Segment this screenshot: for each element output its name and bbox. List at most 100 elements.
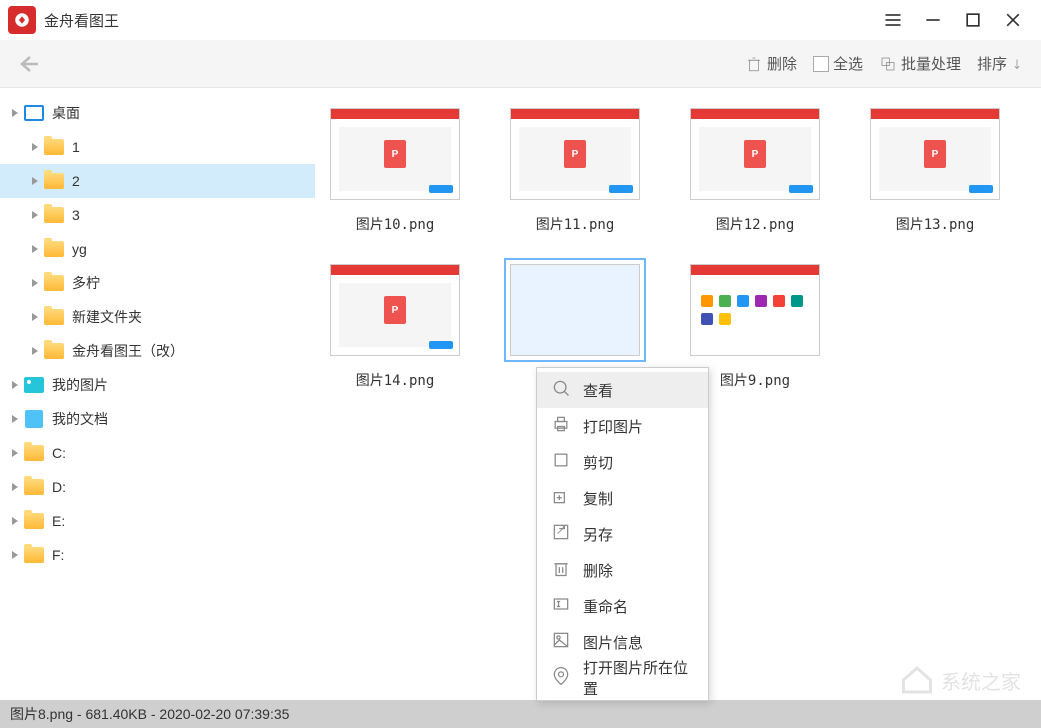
tree-arrow-icon <box>8 514 22 528</box>
sidebar-item[interactable]: 多柠 <box>0 266 315 300</box>
menu-item-print[interactable]: 打印图片 <box>537 408 708 444</box>
sidebar-item-label: E: <box>52 513 65 529</box>
batch-label: 批量处理 <box>901 53 961 74</box>
menu-item-label: 复制 <box>583 488 613 509</box>
folder-icon <box>44 205 64 225</box>
sidebar-item[interactable]: 我的图片 <box>0 368 315 402</box>
close-button[interactable] <box>993 0 1033 40</box>
menu-item-label: 查看 <box>583 380 613 401</box>
sidebar-item-label: 金舟看图王（改） <box>72 341 184 361</box>
thumbnail-image: P <box>330 108 460 200</box>
maximize-button[interactable] <box>953 0 993 40</box>
folder-icon <box>44 137 64 157</box>
checkbox-icon <box>813 56 829 72</box>
sidebar-item[interactable]: 我的文档 <box>0 402 315 436</box>
menu-item-save[interactable]: 另存 <box>537 516 708 552</box>
sort-button[interactable]: 排序 <box>977 53 1029 74</box>
copy-icon <box>551 486 571 510</box>
thumbnail[interactable]: P图片14.png <box>325 264 465 390</box>
sort-label: 排序 <box>977 53 1007 74</box>
folder-icon <box>24 545 44 565</box>
thumbnail-image: P <box>870 108 1000 200</box>
sidebar-item-label: 多柠 <box>72 273 100 293</box>
view-icon <box>551 378 571 402</box>
tree-arrow-icon <box>8 480 22 494</box>
thumbnail[interactable]: P图片13.png <box>865 108 1005 234</box>
sidebar-item-label: 2 <box>72 173 80 189</box>
minimize-button[interactable] <box>913 0 953 40</box>
folder-icon <box>44 307 64 327</box>
menu-item-rename[interactable]: 重命名 <box>537 588 708 624</box>
cut-icon <box>551 450 571 474</box>
folder-icon <box>24 443 44 463</box>
docs-icon <box>24 409 44 429</box>
menu-item-copy[interactable]: 复制 <box>537 480 708 516</box>
main: 桌面1 2 3 yg 多柠新建文件夹金舟看图王（改） 我的图片我的文档 C: D: E: F: P… <box>0 88 1041 700</box>
folder-icon <box>24 477 44 497</box>
statusbar: 图片8.png - 681.40KB - 2020-02-20 07:39:35 <box>0 700 1041 728</box>
sidebar-item[interactable]: 桌面 <box>0 96 315 130</box>
location-icon <box>551 666 571 690</box>
menu-item-label: 另存 <box>583 524 613 545</box>
delete-button[interactable]: 删除 <box>745 53 797 74</box>
sidebar-item[interactable]: 金舟看图王（改） <box>0 334 315 368</box>
print-icon <box>551 414 571 438</box>
menu-item-info[interactable]: 图片信息 <box>537 624 708 660</box>
thumbnail-label: 图片10.png <box>356 214 435 234</box>
status-text: 图片8.png - 681.40KB - 2020-02-20 07:39:35 <box>10 704 289 724</box>
thumbnail[interactable]: P图片12.png <box>685 108 825 234</box>
context-menu: 查看打印图片剪切复制另存删除重命名图片信息打开图片所在位置 <box>536 367 709 701</box>
tree-arrow-icon <box>28 310 42 324</box>
thumbnail-image: P <box>330 264 460 356</box>
sidebar-item-label: yg <box>72 241 87 257</box>
info-icon <box>551 630 571 654</box>
sidebar-item[interactable]: 新建文件夹 <box>0 300 315 334</box>
sidebar-item[interactable]: 3 <box>0 198 315 232</box>
delete-icon <box>551 558 571 582</box>
tree-arrow-icon <box>28 208 42 222</box>
menu-item-location[interactable]: 打开图片所在位置 <box>537 660 708 696</box>
sidebar-item-label: C: <box>52 445 66 461</box>
menu-button[interactable] <box>873 0 913 40</box>
menu-item-view[interactable]: 查看 <box>537 372 708 408</box>
thumbnail-image: P <box>510 108 640 200</box>
menu-item-delete[interactable]: 删除 <box>537 552 708 588</box>
app-logo <box>8 6 36 34</box>
sidebar-item-label: 3 <box>72 207 80 223</box>
batch-button[interactable]: 批量处理 <box>879 53 961 74</box>
back-button[interactable] <box>12 48 44 80</box>
tree-arrow-icon <box>8 446 22 460</box>
folder-icon <box>24 511 44 531</box>
sidebar-item[interactable]: yg <box>0 232 315 266</box>
tree-arrow-icon <box>28 242 42 256</box>
rename-icon <box>551 594 571 618</box>
select-all-label: 全选 <box>833 53 863 74</box>
select-all-button[interactable]: 全选 <box>813 53 863 74</box>
menu-item-label: 打印图片 <box>583 416 643 437</box>
tree-arrow-icon <box>8 106 22 120</box>
menu-item-label: 打开图片所在位置 <box>583 657 694 699</box>
tree-arrow-icon <box>8 548 22 562</box>
tree-arrow-icon <box>28 344 42 358</box>
thumbnail-label: 图片9.png <box>720 370 790 390</box>
save-icon <box>551 522 571 546</box>
thumbnail[interactable]: P图片11.png <box>505 108 645 234</box>
folder-icon <box>44 273 64 293</box>
thumbnail-image: P <box>690 108 820 200</box>
trash-icon <box>745 55 763 73</box>
batch-icon <box>879 55 897 73</box>
sidebar-item[interactable]: D: <box>0 470 315 504</box>
sidebar-item[interactable]: F: <box>0 538 315 572</box>
folder-icon <box>44 171 64 191</box>
folder-icon <box>44 239 64 259</box>
delete-label: 删除 <box>767 53 797 74</box>
thumbnail-image <box>510 264 640 356</box>
sidebar: 桌面1 2 3 yg 多柠新建文件夹金舟看图王（改） 我的图片我的文档 C: D: E: F: <box>0 88 315 700</box>
tree-arrow-icon <box>8 378 22 392</box>
thumbnail[interactable]: P 图片10.png <box>325 108 465 234</box>
sidebar-item[interactable]: 2 <box>0 164 315 198</box>
menu-item-cut[interactable]: 剪切 <box>537 444 708 480</box>
sidebar-item[interactable]: 1 <box>0 130 315 164</box>
sidebar-item[interactable]: E: <box>0 504 315 538</box>
sidebar-item[interactable]: C: <box>0 436 315 470</box>
